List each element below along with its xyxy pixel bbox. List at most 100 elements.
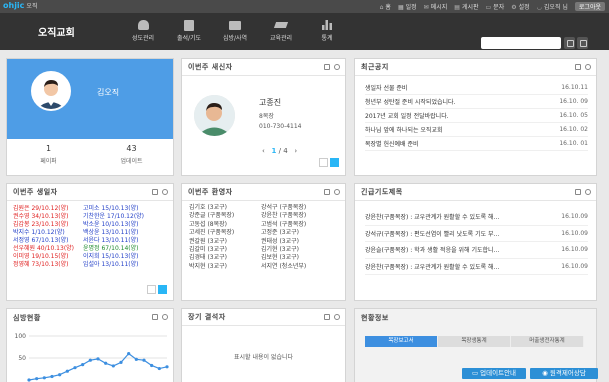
nav-education[interactable]: 교육관리 — [258, 17, 304, 42]
visitor-item[interactable]: 강준글 (구품목장) — [189, 212, 261, 220]
visitor-item[interactable]: 권갈원 (3교구) — [189, 238, 261, 246]
logo[interactable]: ohjic 오직 — [3, 1, 37, 10]
visitor-item[interactable]: 박지현 (3교구) — [189, 263, 261, 271]
prayer-item[interactable]: 강석규(구품목장) : 편도선염이 빨리 낫도록 기도 부... 16.10.09 — [365, 226, 588, 242]
birthday-item[interactable]: 정영혜 73/10.13(양) — [13, 261, 77, 269]
refresh-icon[interactable] — [334, 64, 340, 70]
birthday-item[interactable]: 고미소 15/10.13(양) — [83, 205, 147, 213]
search-settings-button[interactable] — [564, 37, 575, 49]
notice-item[interactable]: 생일자 선물 준비 16.10.11 — [365, 81, 588, 95]
prayer-item[interactable]: 강윤슬(구품목장) : 학과 생활 적응을 위해 기도합니... 16.10.09 — [365, 242, 588, 259]
refresh-icon[interactable] — [162, 189, 168, 195]
refresh-icon[interactable] — [334, 189, 340, 195]
birthday-item[interactable]: 백상윤 13/10.11(양) — [83, 229, 147, 237]
top-link-message[interactable]: ✉ 메시지 — [424, 2, 448, 11]
birthday-item[interactable]: 박소윤 10/10.13(양) — [83, 221, 147, 229]
tab-stats[interactable]: 목장생통계 — [438, 336, 511, 347]
data-point[interactable] — [134, 357, 138, 361]
visitor-item[interactable]: 김경태 (3교구) — [189, 254, 261, 262]
maximize-icon[interactable] — [324, 189, 330, 195]
list-view-button[interactable] — [158, 285, 167, 294]
prev-icon[interactable]: ‹ — [262, 147, 265, 155]
list-view-button[interactable] — [319, 158, 328, 167]
stat-paper[interactable]: 1 페이퍼 — [7, 139, 90, 177]
member-name[interactable]: 고종진 — [259, 97, 302, 108]
data-point[interactable] — [111, 364, 115, 368]
tab-other-stats[interactable]: 머출생전자통계 — [511, 336, 584, 347]
birthday-item[interactable]: 서정영 67/10.13(양) — [13, 237, 77, 245]
top-link-user[interactable]: ◡ 김오직 님 — [537, 2, 568, 11]
refresh-icon[interactable] — [334, 314, 340, 320]
visitor-item[interactable]: 권태성 (3교구) — [261, 238, 333, 246]
birthday-item[interactable]: 권수영 34/10.13(양) — [13, 213, 77, 221]
maximize-icon[interactable] — [575, 64, 581, 70]
maximize-icon[interactable] — [152, 314, 158, 320]
maximize-icon[interactable] — [575, 189, 581, 195]
top-link-sms[interactable]: ▭ 문자 — [486, 2, 505, 11]
birthday-item[interactable]: 이미영 19/10.15(양) — [13, 253, 77, 261]
refresh-icon[interactable] — [585, 64, 591, 70]
birthday-item[interactable]: 선우혜원 40/10.13(양) — [13, 245, 77, 253]
search-input[interactable] — [481, 37, 561, 49]
birthday-item[interactable]: 이지희 15/10.13(양) — [83, 253, 147, 261]
stat-update[interactable]: 43 업데이트 — [90, 139, 173, 177]
birthday-item[interactable]: 윤명정 67/10.14(양) — [83, 245, 147, 253]
nav-member[interactable]: 성도관리 — [120, 17, 166, 42]
data-point[interactable] — [88, 358, 92, 362]
nav-stats[interactable]: 통계 — [304, 17, 350, 42]
birthday-item[interactable]: 김갑봉 23/10.13(양) — [13, 221, 77, 229]
data-point[interactable] — [127, 352, 131, 356]
data-point[interactable] — [165, 365, 169, 369]
refresh-icon[interactable] — [585, 189, 591, 195]
birthday-item[interactable]: 박지수 1/10.12(양) — [13, 229, 77, 237]
visitor-item[interactable]: 고세진 (구품목장) — [189, 229, 261, 237]
refresh-icon[interactable] — [162, 314, 168, 320]
data-point[interactable] — [150, 363, 154, 368]
data-point[interactable] — [157, 366, 161, 371]
data-point[interactable] — [119, 360, 123, 364]
grid-view-button[interactable] — [147, 285, 156, 294]
nav-attendance[interactable]: 출석/기도 — [166, 17, 212, 42]
top-link-settings[interactable]: ⚙ 설정 — [511, 2, 529, 11]
visitor-item[interactable]: 고범석 (구품목장) — [261, 221, 333, 229]
visitor-item[interactable]: 고동섭 (8목장) — [189, 221, 261, 229]
grid-view-button[interactable] — [330, 158, 339, 167]
prayer-item[interactable]: 강윤찬(구품목장) : 교우관계가 원활할 수 있도록 해... 16.10.09 — [365, 259, 588, 275]
visitor-item[interactable]: 서지연 (청소년부) — [261, 263, 333, 271]
top-link-schedule[interactable]: ▦ 일정 — [398, 2, 417, 11]
visitor-item[interactable]: 강윤찬 (구품목장) — [261, 212, 333, 220]
next-icon[interactable]: › — [294, 147, 297, 155]
notice-item[interactable]: 청년부 성탄절 준비 시작되었습니다. 16.10. 09 — [365, 95, 588, 109]
birthday-item[interactable]: 서윤다 13/10.11(양) — [83, 237, 147, 245]
maximize-icon[interactable] — [152, 189, 158, 195]
data-point[interactable] — [58, 373, 62, 377]
update-info-button[interactable]: ▭ 업데이트안내 — [462, 368, 526, 379]
birthday-item[interactable]: 기찬한운 17/10.12(양) — [83, 213, 147, 221]
data-point[interactable] — [42, 376, 46, 380]
church-name[interactable]: 오직교회 — [38, 24, 75, 39]
notice-item[interactable]: 목장별 헌신예배 준비 16.10. 01 — [365, 137, 588, 151]
tab-report[interactable]: 목장보고서 — [365, 336, 438, 347]
maximize-icon[interactable] — [324, 314, 330, 320]
data-point[interactable] — [104, 361, 108, 365]
search-button[interactable] — [577, 37, 588, 49]
notice-item[interactable]: 하나님 앞에 하나되는 오직교회 16.10. 02 — [365, 123, 588, 137]
data-point[interactable] — [65, 369, 69, 373]
birthday-item[interactable]: 김원은 29/10.12(양) — [13, 205, 77, 213]
maximize-icon[interactable] — [324, 64, 330, 70]
prayer-item[interactable]: 강윤찬(구품목장) : 교우관계가 원활할 수 있도록 해... 16.10.09 — [365, 209, 588, 226]
data-point[interactable] — [73, 366, 77, 370]
notice-item[interactable]: 2017년 교회 일정 전달바랍니다. 16.10. 05 — [365, 109, 588, 123]
remote-support-button[interactable]: ◉ 원격제어상담 — [530, 368, 598, 379]
top-link-home[interactable]: ⌂ 홈 — [380, 2, 391, 11]
visitor-item[interactable]: 김보현 (3교구) — [261, 254, 333, 262]
logout-button[interactable]: 로그아웃 — [574, 2, 605, 11]
data-point[interactable] — [81, 363, 85, 367]
avatar[interactable] — [31, 71, 71, 111]
data-point[interactable] — [35, 377, 39, 381]
nav-visit[interactable]: 심방/사역 — [212, 17, 258, 42]
top-link-board[interactable]: ▤ 게시판 — [454, 2, 478, 11]
data-point[interactable] — [50, 374, 54, 379]
birthday-item[interactable]: 임설아 13/10.11(양) — [83, 261, 147, 269]
visitor-item[interactable]: 고정준 (3교구) — [261, 229, 333, 237]
